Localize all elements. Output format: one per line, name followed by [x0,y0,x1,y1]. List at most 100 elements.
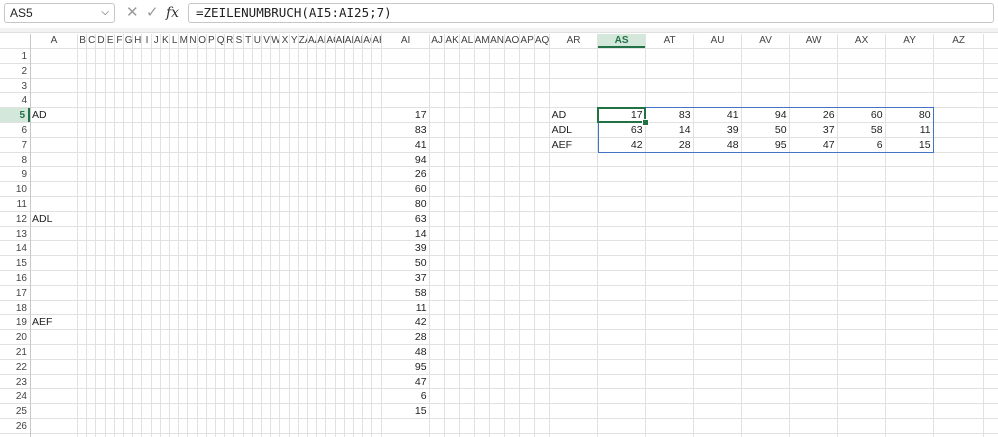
row-header-8[interactable]: 8 [0,153,30,168]
row-header-4[interactable]: 4 [0,93,30,108]
cell-ai10[interactable]: 60 [382,182,430,197]
chevron-down-icon[interactable]: ⌵ [101,4,109,22]
cell-au6[interactable]: 39 [694,123,742,138]
column-header-ai[interactable]: AI [382,34,430,48]
row-header-23[interactable]: 23 [0,375,30,390]
column-header-av[interactable]: AV [742,34,790,48]
cell-a5[interactable]: AD [30,108,78,123]
cell-aw5[interactable]: 26 [790,108,838,123]
cell-au7[interactable]: 48 [694,138,742,153]
column-header-at[interactable]: AT [646,34,694,48]
cell-av7[interactable]: 95 [742,138,790,153]
cell-ai13[interactable]: 14 [382,227,430,242]
cell-ai25[interactable]: 15 [382,404,430,419]
cell-av5[interactable]: 94 [742,108,790,123]
cell-ai21[interactable]: 48 [382,345,430,360]
column-header-a[interactable]: A [30,34,78,48]
row-header-10[interactable]: 10 [0,182,30,197]
row-header-9[interactable]: 9 [0,167,30,182]
cell-ai6[interactable]: 83 [382,123,430,138]
row-header-17[interactable]: 17 [0,286,30,301]
cell-ai7[interactable]: 41 [382,138,430,153]
row-header-15[interactable]: 15 [0,256,30,271]
row-header-1[interactable]: 1 [0,49,30,64]
cell-aw6[interactable]: 37 [790,123,838,138]
row-header-21[interactable]: 21 [0,345,30,360]
cell-ay5[interactable]: 80 [886,108,934,123]
cell-ai5[interactable]: 17 [382,108,430,123]
cell-ax6[interactable]: 58 [838,123,886,138]
cell-ai23[interactable]: 47 [382,375,430,390]
row-header-14[interactable]: 14 [0,241,30,256]
cell-ar7[interactable]: AEF [550,138,598,153]
column-header-am[interactable]: AM [475,34,490,48]
column-header-ao[interactable]: AO [505,34,520,48]
cell-ai14[interactable]: 39 [382,241,430,256]
cell-ai8[interactable]: 94 [382,153,430,168]
cell-ax7[interactable]: 6 [838,138,886,153]
cell-a19[interactable]: AEF [30,315,78,330]
fill-handle[interactable] [641,119,649,126]
cell-as6[interactable]: 63 [598,123,646,138]
row-header-19[interactable]: 19 [0,315,30,330]
cell-ai18[interactable]: 11 [382,301,430,316]
row-header-25[interactable]: 25 [0,404,30,419]
row-header-18[interactable]: 18 [0,301,30,316]
row-header-11[interactable]: 11 [0,197,30,212]
cell-ar6[interactable]: ADL [550,123,598,138]
cell-av6[interactable]: 50 [742,123,790,138]
cell-ay6[interactable]: 11 [886,123,934,138]
cell-at5[interactable]: 83 [646,108,694,123]
cell-a12[interactable]: ADL [30,212,78,227]
column-header-au[interactable]: AU [694,34,742,48]
cell-ai15[interactable]: 50 [382,256,430,271]
column-header-ak[interactable]: AK [445,34,460,48]
cell-aw7[interactable]: 47 [790,138,838,153]
row-header-3[interactable]: 3 [0,79,30,94]
enter-icon[interactable]: ✓ [146,3,159,23]
column-header-al[interactable]: AL [460,34,475,48]
cell-au5[interactable]: 41 [694,108,742,123]
column-header-aj[interactable]: AJ [430,34,445,48]
cell-at6[interactable]: 14 [646,123,694,138]
column-header-as[interactable]: AS [597,34,646,48]
cell-ax5[interactable]: 60 [838,108,886,123]
column-header-az[interactable]: AZ [934,34,984,48]
cell-ai20[interactable]: 28 [382,330,430,345]
row-header-2[interactable]: 2 [0,64,30,79]
column-header-aq[interactable]: AQ [535,34,550,48]
column-header-ap[interactable]: AP [520,34,535,48]
cell-ai19[interactable]: 42 [382,315,430,330]
row-header-16[interactable]: 16 [0,271,30,286]
cell-ai24[interactable]: 6 [382,389,430,404]
formula-input[interactable]: =ZEILENUMBRUCH(AI5:AI25;7) [188,3,994,23]
column-header-ax[interactable]: AX [838,34,886,48]
cell-as7[interactable]: 42 [598,138,646,153]
column-header-ay[interactable]: AY [886,34,934,48]
column-header-an[interactable]: AN [490,34,505,48]
cell-ai17[interactable]: 58 [382,286,430,301]
column-header-aw[interactable]: AW [790,34,838,48]
name-box[interactable]: AS5 ⌵ [4,3,115,23]
row-header-13[interactable]: 13 [0,227,30,242]
row-header-7[interactable]: 7 [0,138,30,153]
cell-ai22[interactable]: 95 [382,360,430,375]
cell-ay7[interactable]: 15 [886,138,934,153]
row-header-12[interactable]: 12 [0,212,30,227]
cell-ar5[interactable]: AD [550,108,598,123]
row-header-5[interactable]: 5 [0,108,30,124]
cell-at7[interactable]: 28 [646,138,694,153]
column-header-ar[interactable]: AR [550,34,598,48]
row-header-26[interactable]: 26 [0,419,30,434]
insert-function-icon[interactable]: fx [166,3,179,23]
cell-ai9[interactable]: 26 [382,167,430,182]
row-header-22[interactable]: 22 [0,360,30,375]
cell-ai11[interactable]: 80 [382,197,430,212]
cell-ai16[interactable]: 37 [382,271,430,286]
row-header-6[interactable]: 6 [0,123,30,138]
cancel-icon[interactable]: ✕ [126,3,139,23]
row-header-24[interactable]: 24 [0,389,30,404]
cell-ai12[interactable]: 63 [382,212,430,227]
active-cell-selection[interactable] [596,107,646,123]
row-header-20[interactable]: 20 [0,330,30,345]
